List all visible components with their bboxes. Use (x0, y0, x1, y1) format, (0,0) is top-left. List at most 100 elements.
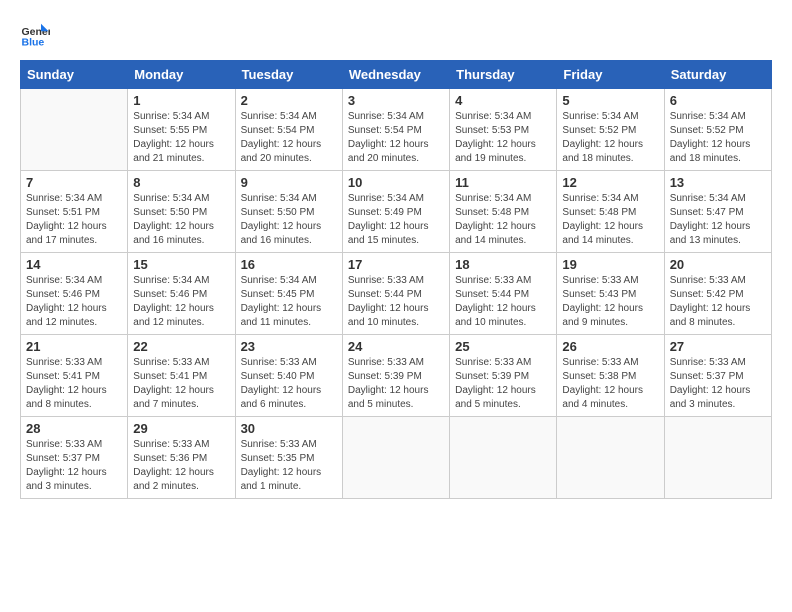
day-info: Sunrise: 5:33 AM Sunset: 5:44 PM Dayligh… (455, 274, 551, 330)
day-number: 16 (241, 257, 337, 272)
logo: General Blue (20, 20, 54, 50)
calendar-header-row: SundayMondayTuesdayWednesdayThursdayFrid… (21, 61, 772, 89)
calendar-cell: 10 Sunrise: 5:34 AM Sunset: 5:49 PM Dayli… (342, 171, 449, 253)
day-info: Sunrise: 5:34 AM Sunset: 5:53 PM Dayligh… (455, 110, 551, 166)
calendar-table: SundayMondayTuesdayWednesdayThursdayFrid… (20, 60, 772, 499)
day-number: 8 (133, 175, 229, 190)
day-info: Sunrise: 5:34 AM Sunset: 5:46 PM Dayligh… (133, 274, 229, 330)
day-number: 18 (455, 257, 551, 272)
page-header: General Blue (20, 20, 772, 50)
day-info: Sunrise: 5:34 AM Sunset: 5:49 PM Dayligh… (348, 192, 444, 248)
day-number: 2 (241, 93, 337, 108)
day-info: Sunrise: 5:33 AM Sunset: 5:43 PM Dayligh… (562, 274, 658, 330)
calendar-week-4: 21 Sunrise: 5:33 AM Sunset: 5:41 PM Dayli… (21, 335, 772, 417)
day-number: 13 (670, 175, 766, 190)
day-info: Sunrise: 5:34 AM Sunset: 5:55 PM Dayligh… (133, 110, 229, 166)
day-number: 12 (562, 175, 658, 190)
calendar-cell: 23Sunrise: 5:33 AM Sunset: 5:40 PM Dayli… (235, 335, 342, 417)
calendar-cell: 30 Sunrise: 5:33 AM Sunset: 5:35 PM Dayli… (235, 417, 342, 499)
day-number: 14 (26, 257, 122, 272)
day-info: Sunrise: 5:33 AM Sunset: 5:37 PM Dayligh… (26, 438, 122, 494)
day-info: Sunrise: 5:33 AM Sunset: 5:38 PM Dayligh… (562, 356, 658, 412)
logo-icon: General Blue (20, 20, 50, 50)
calendar-cell: 15 Sunrise: 5:34 AM Sunset: 5:46 PM Dayli… (128, 253, 235, 335)
calendar-cell: 25 Sunrise: 5:33 AM Sunset: 5:39 PM Dayli… (450, 335, 557, 417)
svg-text:Blue: Blue (22, 37, 45, 49)
calendar-cell: 26 Sunrise: 5:33 AM Sunset: 5:38 PM Dayli… (557, 335, 664, 417)
header-monday: Monday (128, 61, 235, 89)
day-info: Sunrise: 5:34 AM Sunset: 5:52 PM Dayligh… (670, 110, 766, 166)
calendar-cell: 21Sunrise: 5:33 AM Sunset: 5:41 PM Dayli… (21, 335, 128, 417)
day-info: Sunrise: 5:33 AM Sunset: 5:42 PM Dayligh… (670, 274, 766, 330)
day-info: Sunrise: 5:34 AM Sunset: 5:52 PM Dayligh… (562, 110, 658, 166)
day-number: 9 (241, 175, 337, 190)
day-number: 3 (348, 93, 444, 108)
header-wednesday: Wednesday (342, 61, 449, 89)
day-number: 11 (455, 175, 551, 190)
calendar-cell: 5 Sunrise: 5:34 AM Sunset: 5:52 PM Daylig… (557, 89, 664, 171)
day-number: 28 (26, 421, 122, 436)
calendar-week-5: 28 Sunrise: 5:33 AM Sunset: 5:37 PM Dayli… (21, 417, 772, 499)
calendar-cell: 27 Sunrise: 5:33 AM Sunset: 5:37 PM Dayli… (664, 335, 771, 417)
calendar-cell: 14 Sunrise: 5:34 AM Sunset: 5:46 PM Dayli… (21, 253, 128, 335)
day-info: Sunrise: 5:33 AM Sunset: 5:39 PM Dayligh… (348, 356, 444, 412)
calendar-cell: 17 Sunrise: 5:33 AM Sunset: 5:44 PM Dayli… (342, 253, 449, 335)
header-friday: Friday (557, 61, 664, 89)
day-info: Sunrise: 5:33 AM Sunset: 5:37 PM Dayligh… (670, 356, 766, 412)
day-info: Sunrise: 5:34 AM Sunset: 5:46 PM Dayligh… (26, 274, 122, 330)
calendar-cell: 24 Sunrise: 5:33 AM Sunset: 5:39 PM Dayli… (342, 335, 449, 417)
day-number: 29 (133, 421, 229, 436)
day-info: Sunrise: 5:34 AM Sunset: 5:45 PM Dayligh… (241, 274, 337, 330)
calendar-cell: 1 Sunrise: 5:34 AM Sunset: 5:55 PM Daylig… (128, 89, 235, 171)
calendar-week-1: 1 Sunrise: 5:34 AM Sunset: 5:55 PM Daylig… (21, 89, 772, 171)
calendar-cell: 8 Sunrise: 5:34 AM Sunset: 5:50 PM Daylig… (128, 171, 235, 253)
calendar-cell: 9 Sunrise: 5:34 AM Sunset: 5:50 PM Daylig… (235, 171, 342, 253)
day-info: Sunrise: 5:34 AM Sunset: 5:47 PM Dayligh… (670, 192, 766, 248)
calendar-week-2: 7Sunrise: 5:34 AM Sunset: 5:51 PM Daylig… (21, 171, 772, 253)
day-number: 25 (455, 339, 551, 354)
calendar-cell: 22 Sunrise: 5:33 AM Sunset: 5:41 PM Dayli… (128, 335, 235, 417)
day-info: Sunrise: 5:34 AM Sunset: 5:51 PM Dayligh… (26, 192, 122, 248)
calendar-cell: 29 Sunrise: 5:33 AM Sunset: 5:36 PM Dayli… (128, 417, 235, 499)
header-saturday: Saturday (664, 61, 771, 89)
day-number: 30 (241, 421, 337, 436)
day-number: 15 (133, 257, 229, 272)
calendar-cell (342, 417, 449, 499)
day-number: 5 (562, 93, 658, 108)
day-number: 26 (562, 339, 658, 354)
calendar-cell: 19 Sunrise: 5:33 AM Sunset: 5:43 PM Dayli… (557, 253, 664, 335)
calendar-cell (21, 89, 128, 171)
day-number: 19 (562, 257, 658, 272)
header-sunday: Sunday (21, 61, 128, 89)
day-number: 22 (133, 339, 229, 354)
day-number: 17 (348, 257, 444, 272)
day-info: Sunrise: 5:34 AM Sunset: 5:48 PM Dayligh… (562, 192, 658, 248)
day-number: 27 (670, 339, 766, 354)
day-number: 20 (670, 257, 766, 272)
day-number: 4 (455, 93, 551, 108)
day-info: Sunrise: 5:33 AM Sunset: 5:39 PM Dayligh… (455, 356, 551, 412)
day-number: 23 (241, 339, 337, 354)
day-number: 1 (133, 93, 229, 108)
calendar-cell: 7Sunrise: 5:34 AM Sunset: 5:51 PM Daylig… (21, 171, 128, 253)
calendar-cell (450, 417, 557, 499)
day-number: 6 (670, 93, 766, 108)
calendar-cell: 6 Sunrise: 5:34 AM Sunset: 5:52 PM Daylig… (664, 89, 771, 171)
day-info: Sunrise: 5:33 AM Sunset: 5:41 PM Dayligh… (133, 356, 229, 412)
day-info: Sunrise: 5:33 AM Sunset: 5:36 PM Dayligh… (133, 438, 229, 494)
header-tuesday: Tuesday (235, 61, 342, 89)
day-number: 21 (26, 339, 122, 354)
calendar-cell: 16 Sunrise: 5:34 AM Sunset: 5:45 PM Dayli… (235, 253, 342, 335)
day-number: 10 (348, 175, 444, 190)
calendar-cell: 4 Sunrise: 5:34 AM Sunset: 5:53 PM Daylig… (450, 89, 557, 171)
calendar-cell (664, 417, 771, 499)
day-info: Sunrise: 5:33 AM Sunset: 5:35 PM Dayligh… (241, 438, 337, 494)
day-info: Sunrise: 5:34 AM Sunset: 5:54 PM Dayligh… (241, 110, 337, 166)
day-info: Sunrise: 5:34 AM Sunset: 5:48 PM Dayligh… (455, 192, 551, 248)
day-info: Sunrise: 5:34 AM Sunset: 5:50 PM Dayligh… (241, 192, 337, 248)
day-number: 24 (348, 339, 444, 354)
calendar-cell: 18 Sunrise: 5:33 AM Sunset: 5:44 PM Dayli… (450, 253, 557, 335)
day-info: Sunrise: 5:34 AM Sunset: 5:50 PM Dayligh… (133, 192, 229, 248)
calendar-cell: 13 Sunrise: 5:34 AM Sunset: 5:47 PM Dayli… (664, 171, 771, 253)
day-info: Sunrise: 5:33 AM Sunset: 5:44 PM Dayligh… (348, 274, 444, 330)
